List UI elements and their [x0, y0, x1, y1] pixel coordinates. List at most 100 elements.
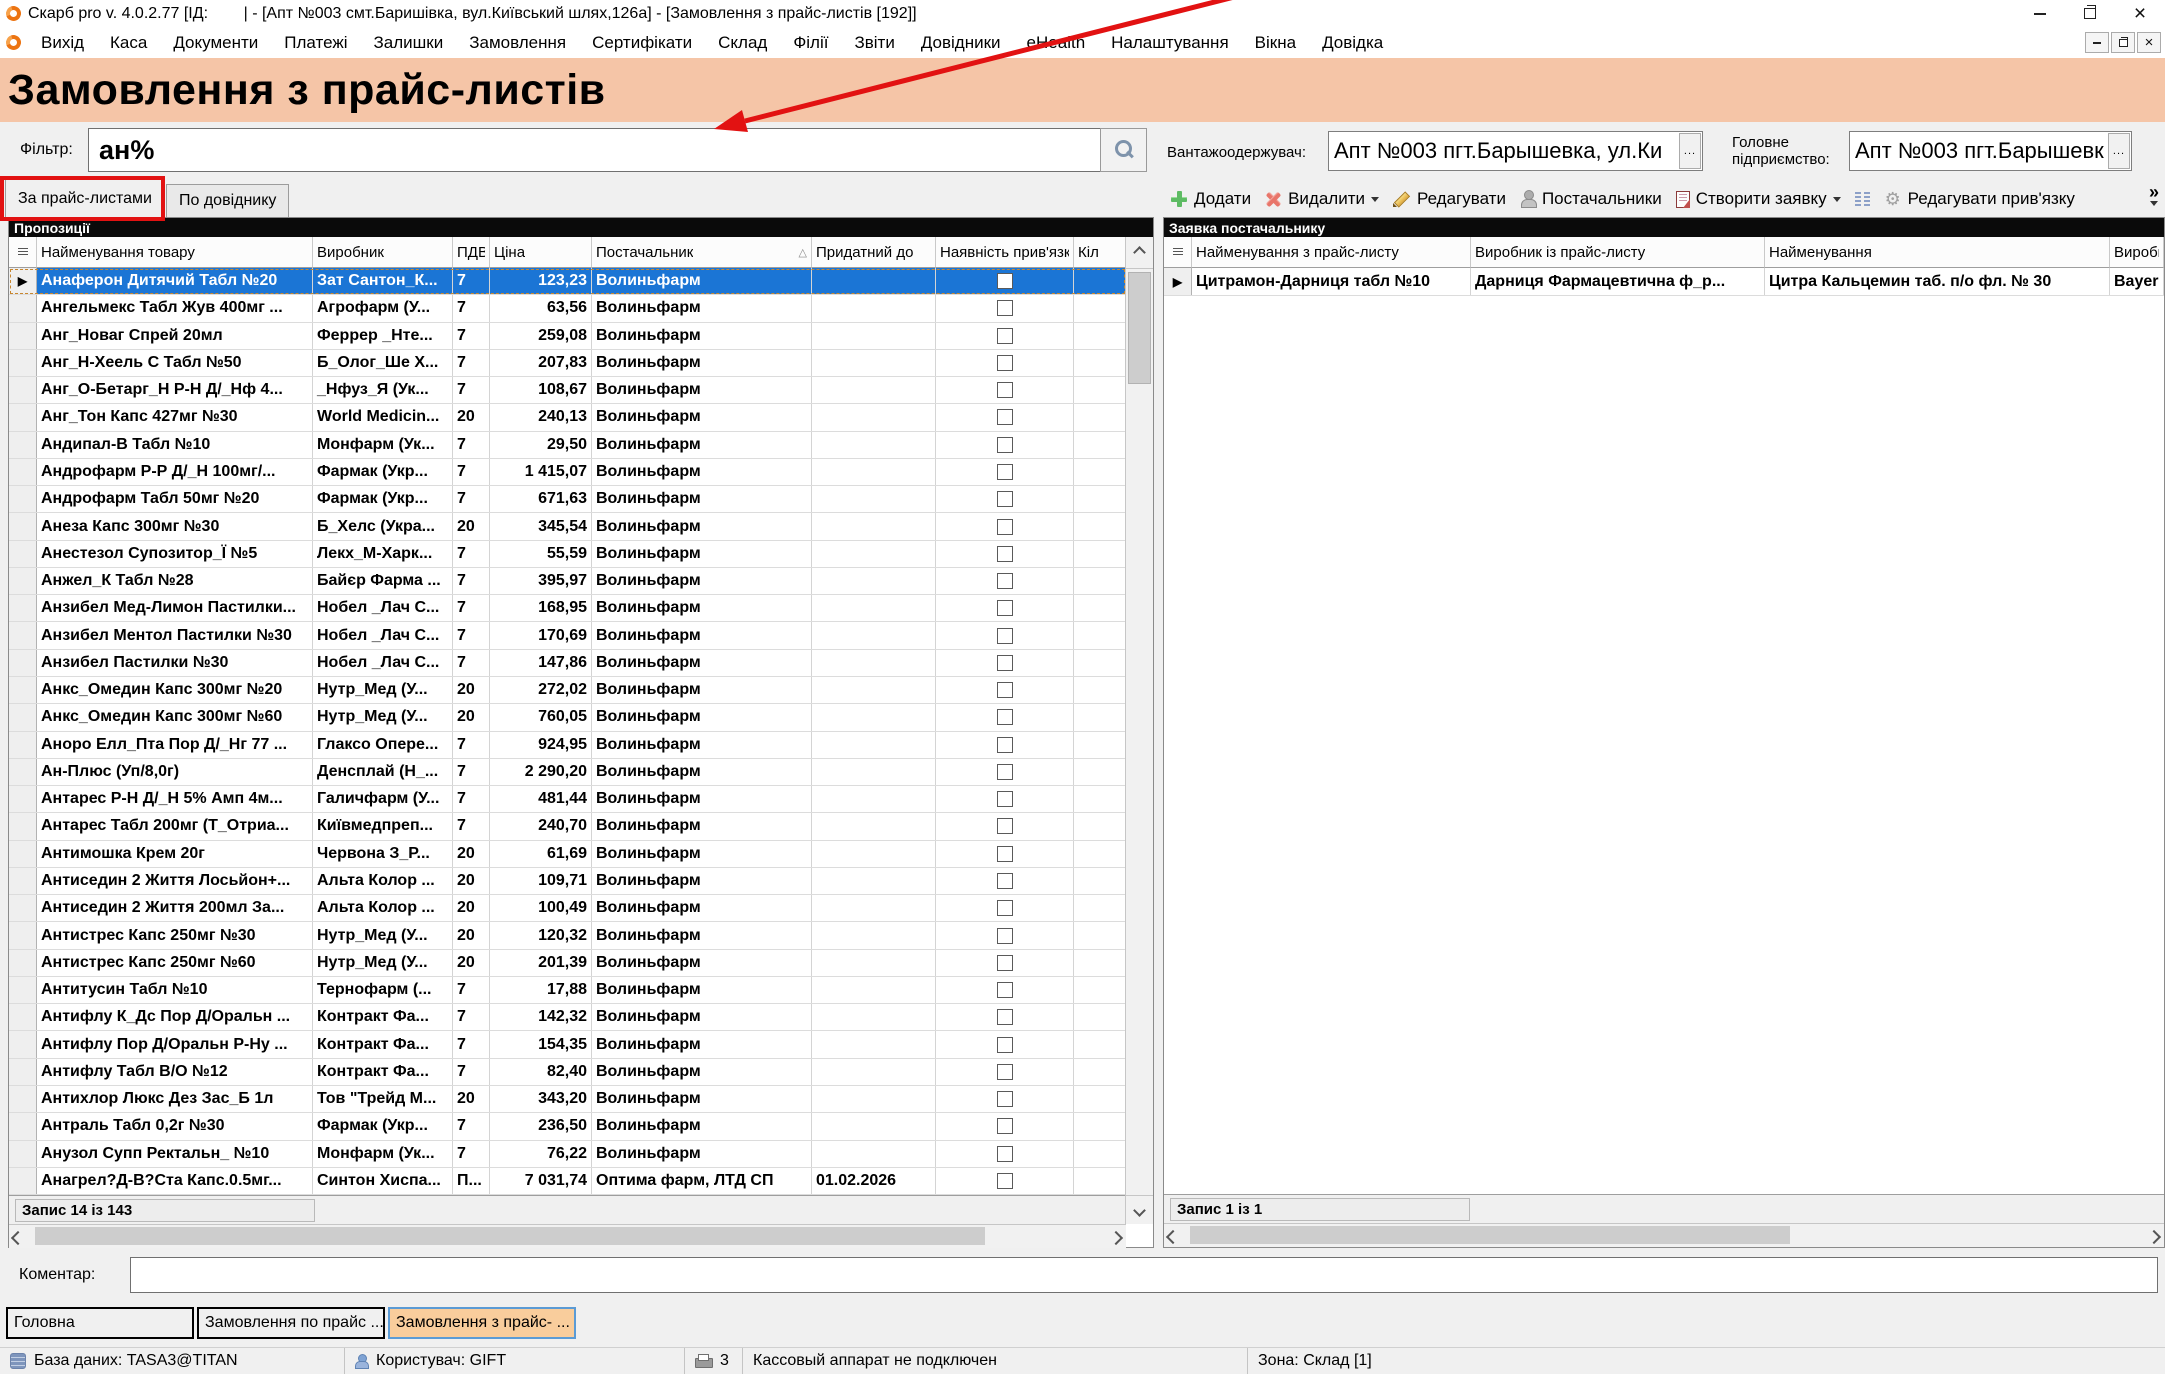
linked-checkbox[interactable]: [997, 791, 1013, 807]
proposals-column-header-valid_until[interactable]: Придатний до: [812, 237, 936, 268]
linked-checkbox[interactable]: [997, 1064, 1013, 1080]
linked-checkbox[interactable]: [997, 600, 1013, 616]
linked-checkbox[interactable]: [997, 628, 1013, 644]
window-tab-0[interactable]: Головна: [6, 1307, 194, 1339]
proposals-column-header-qty[interactable]: Кіл: [1074, 237, 1126, 268]
menu-item-6[interactable]: Сертифікати: [579, 27, 705, 58]
table-row[interactable]: Антифлу К_Дс Пор Д/Оральн ...Контракт Фа…: [9, 1004, 1126, 1031]
toolbar-delete-button[interactable]: Видалити: [1258, 185, 1386, 213]
table-row[interactable]: Антимошка Крем 20гЧервона З_Р...2061,69В…: [9, 841, 1126, 868]
table-row[interactable]: ▶Анаферон Дитячий Табл №20Зат Сантон_К..…: [9, 268, 1126, 295]
table-row[interactable]: Анеза Капс 300мг №30Б_Хелс (Укра...20345…: [9, 513, 1126, 540]
linked-checkbox[interactable]: [997, 1037, 1013, 1053]
comment-input[interactable]: [130, 1257, 2158, 1293]
table-row[interactable]: ▶Цитрамон-Дарниця табл №10Дарниця Фармац…: [1164, 268, 2164, 296]
linked-checkbox[interactable]: [997, 955, 1013, 971]
linked-checkbox[interactable]: [997, 1146, 1013, 1162]
table-row[interactable]: Анг_Н-Хеель С Табл №50Б_Олог_Ше Х...7207…: [9, 350, 1126, 377]
scrollbar-thumb[interactable]: [1190, 1226, 1790, 1244]
table-row[interactable]: Анузол Супп Ректальн_ №10Монфарм (Ук...7…: [9, 1141, 1126, 1168]
linked-checkbox[interactable]: [997, 273, 1013, 289]
minimize-button[interactable]: [2015, 0, 2065, 27]
proposals-column-header-indicator[interactable]: [9, 237, 37, 268]
filter-input[interactable]: [88, 128, 1101, 172]
proposals-column-header-price[interactable]: Ціна: [490, 237, 592, 268]
grid-menu-icon[interactable]: [18, 248, 28, 257]
table-row[interactable]: Антиседин 2 Життя Лосьйон+...Альта Колор…: [9, 868, 1126, 895]
table-row[interactable]: Анжел_К Табл №28Байєр Фарма ...7395,97Во…: [9, 568, 1126, 595]
linked-checkbox[interactable]: [997, 900, 1013, 916]
menu-item-13[interactable]: Вікна: [1242, 27, 1309, 58]
toolbar-suppliers-button[interactable]: Постачальники: [1513, 185, 1669, 213]
menu-item-9[interactable]: Звіти: [841, 27, 907, 58]
linked-checkbox[interactable]: [997, 709, 1013, 725]
proposals-horizontal-scrollbar[interactable]: [9, 1224, 1126, 1248]
search-button[interactable]: [1100, 128, 1147, 172]
table-row[interactable]: Антистрес Капс 250мг №60Нутр_Мед (У...20…: [9, 950, 1126, 977]
request-column-header-pl_manufacturer[interactable]: Виробник із прайс-листу: [1471, 237, 1765, 268]
table-row[interactable]: Антиседин 2 Життя 200мл За...Альта Колор…: [9, 895, 1126, 922]
table-row[interactable]: Антраль Табл 0,2г №30Фармак (Укр...7236,…: [9, 1113, 1126, 1140]
linked-checkbox[interactable]: [997, 464, 1013, 480]
toolbar-add-button[interactable]: Додати: [1163, 185, 1258, 213]
table-row[interactable]: Андрофарм Табл 50мг №20Фармак (Укр...767…: [9, 486, 1126, 513]
linked-checkbox[interactable]: [997, 1118, 1013, 1134]
linked-checkbox[interactable]: [997, 1173, 1013, 1189]
toolbar-create-request-button[interactable]: Створити заявку: [1669, 185, 1848, 213]
scrollbar-thumb[interactable]: [35, 1227, 985, 1245]
table-row[interactable]: Анкс_Омедин Капс 300мг №20Нутр_Мед (У...…: [9, 677, 1126, 704]
table-row[interactable]: Антихлор Люкс Дез Зас_Б 1лТов "Трейд М..…: [9, 1086, 1126, 1113]
grid-menu-icon[interactable]: [1173, 248, 1183, 257]
menu-item-14[interactable]: Довідка: [1309, 27, 1396, 58]
request-column-header-indicator[interactable]: [1164, 237, 1192, 268]
linked-checkbox[interactable]: [997, 764, 1013, 780]
table-row[interactable]: Андрофарм Р-Р Д/_Н 100мг/...Фармак (Укр.…: [9, 459, 1126, 486]
menu-item-0[interactable]: Вихід: [28, 27, 97, 58]
menu-item-1[interactable]: Каса: [97, 27, 160, 58]
scroll-left-icon[interactable]: [1168, 1229, 1178, 1247]
scroll-left-icon[interactable]: [13, 1230, 23, 1248]
linked-checkbox[interactable]: [997, 355, 1013, 371]
main-company-field[interactable]: Апт №003 пгт.Барышевк ...: [1849, 131, 2132, 171]
scroll-down-icon[interactable]: [1126, 1195, 1153, 1224]
linked-checkbox[interactable]: [997, 818, 1013, 834]
menu-item-4[interactable]: Залишки: [361, 27, 457, 58]
linked-checkbox[interactable]: [997, 655, 1013, 671]
linked-checkbox[interactable]: [997, 737, 1013, 753]
table-row[interactable]: Анкс_Омедин Капс 300мг №60Нутр_Мед (У...…: [9, 704, 1126, 731]
linked-checkbox[interactable]: [997, 928, 1013, 944]
table-row[interactable]: Антифлу Табл В/О №12Контракт Фа...782,40…: [9, 1059, 1126, 1086]
toolbar-edit-button[interactable]: Редагувати: [1386, 185, 1513, 213]
request-column-header-manufacturer[interactable]: Виробник: [2110, 237, 2164, 268]
table-row[interactable]: Анзибел Ментол Пастилки №30Нобел _Лач С.…: [9, 622, 1126, 649]
menu-item-12[interactable]: Налаштування: [1098, 27, 1242, 58]
toolbar-columns-button[interactable]: [1848, 185, 1877, 213]
table-row[interactable]: Анг_Тон Капс 427мг №30World Medicin...20…: [9, 404, 1126, 431]
mdi-restore-button[interactable]: [2111, 32, 2135, 53]
menu-item-7[interactable]: Склад: [705, 27, 780, 58]
linked-checkbox[interactable]: [997, 682, 1013, 698]
linked-checkbox[interactable]: [997, 300, 1013, 316]
close-button[interactable]: ×: [2115, 0, 2165, 27]
linked-checkbox[interactable]: [997, 573, 1013, 589]
consignee-field[interactable]: Апт №003 пгт.Барышевка, ул.Ки ...: [1328, 131, 1703, 171]
linked-checkbox[interactable]: [997, 519, 1013, 535]
linked-checkbox[interactable]: [997, 982, 1013, 998]
linked-checkbox[interactable]: [997, 382, 1013, 398]
scroll-right-icon[interactable]: [1111, 1230, 1121, 1248]
table-row[interactable]: Антифлу Пор Д/Оральн Р-Ну ...Контракт Фа…: [9, 1031, 1126, 1058]
consignee-more-button[interactable]: ...: [1679, 133, 1701, 169]
table-row[interactable]: Андипал-В Табл №10Монфарм (Ук...729,50Во…: [9, 432, 1126, 459]
linked-checkbox[interactable]: [997, 1091, 1013, 1107]
linked-checkbox[interactable]: [997, 846, 1013, 862]
proposals-column-header-name[interactable]: Найменування товару: [37, 237, 313, 268]
menu-item-11[interactable]: eHealth: [1014, 27, 1099, 58]
table-row[interactable]: Анагрел?Д-В?Ста Капс.0.5мг...Синтон Хисп…: [9, 1168, 1126, 1195]
mdi-minimize-button[interactable]: [2085, 32, 2109, 53]
linked-checkbox[interactable]: [997, 409, 1013, 425]
linked-checkbox[interactable]: [997, 491, 1013, 507]
table-row[interactable]: Анестезол Супозитор_Ї №5Лекх_М-Харк...75…: [9, 541, 1126, 568]
table-row[interactable]: Антитусин Табл №10Тернофарм (...717,88Во…: [9, 977, 1126, 1004]
tab-1[interactable]: По довіднику: [166, 184, 289, 217]
table-row[interactable]: Аноро Елл_Пта Пор Д/_Нг 77 ...Глаксо Опе…: [9, 732, 1126, 759]
